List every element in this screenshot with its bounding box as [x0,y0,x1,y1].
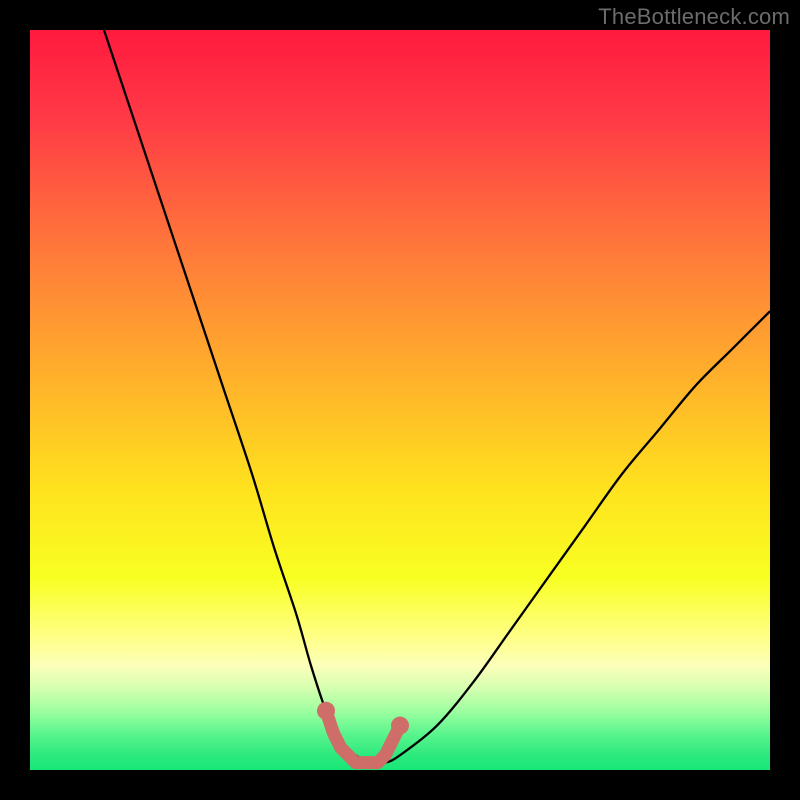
curve-line [104,30,770,764]
bottleneck-curve [30,30,770,770]
watermark-text: TheBottleneck.com [598,4,790,30]
chart-frame: TheBottleneck.com [0,0,800,800]
marker-dot [391,717,409,735]
curve-highlight-band [326,711,400,763]
plot-area [30,30,770,770]
marker-dot [317,702,335,720]
